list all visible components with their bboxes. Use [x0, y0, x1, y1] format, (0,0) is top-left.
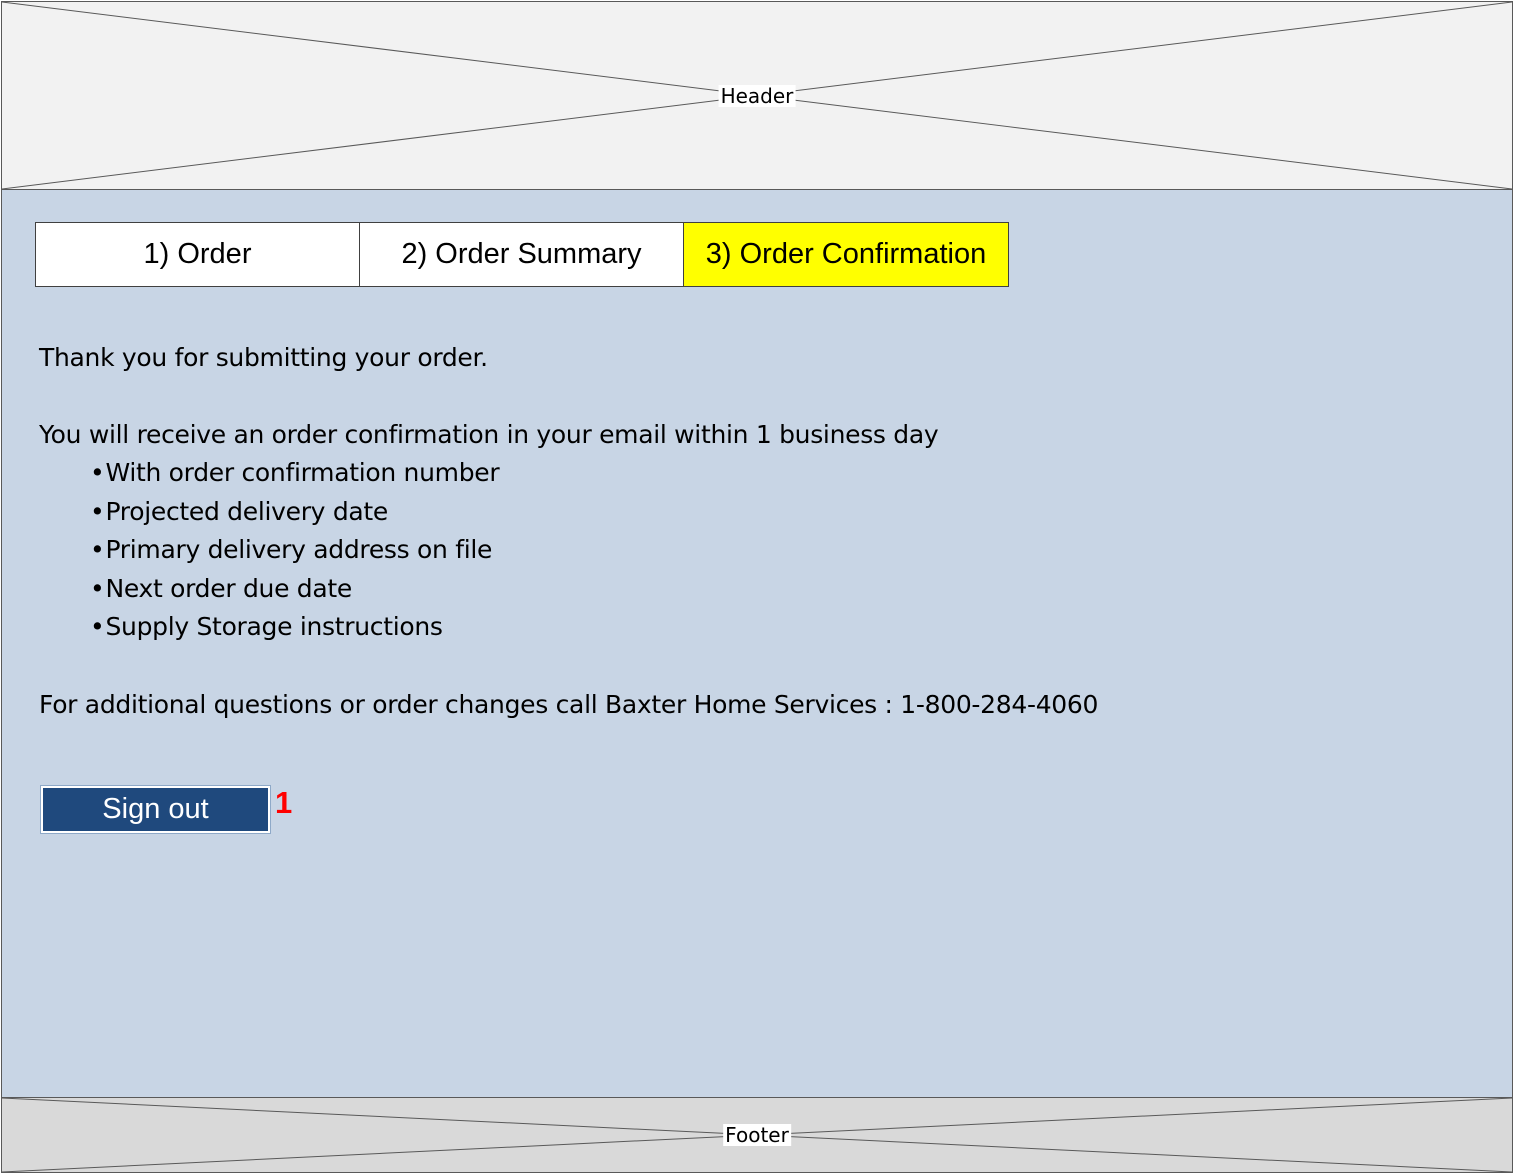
order-steps: 1) Order 2) Order Summary 3) Order Confi… — [35, 222, 1009, 287]
bullet-icon: • — [90, 535, 105, 564]
contact-info-text: For additional questions or order change… — [39, 690, 1099, 719]
bullet-icon: • — [90, 612, 105, 641]
bullet-icon: • — [90, 496, 105, 526]
list-item-label: With order confirmation number — [105, 458, 500, 487]
list-item-label: Projected delivery date — [105, 496, 388, 526]
header-label: Header — [718, 83, 796, 108]
list-item: •Primary delivery address on file — [90, 535, 499, 574]
list-item: •Next order due date — [90, 574, 499, 613]
confirmation-details-list: •With order confirmation number •Project… — [90, 458, 500, 651]
list-item-label: Next order due date — [105, 573, 352, 603]
thank-you-text: Thank you for submitting your order. — [39, 343, 488, 372]
header-placeholder: Header — [1, 1, 1513, 190]
list-item: •Supply Storage instructions — [90, 612, 499, 651]
confirmation-panel: 1) Order 2) Order Summary 3) Order Confi… — [1, 190, 1513, 1098]
step-order[interactable]: 1) Order — [36, 223, 360, 286]
list-item: •With order confirmation number — [90, 458, 500, 497]
footer-label: Footer — [723, 1123, 791, 1147]
footer-placeholder: Footer — [1, 1097, 1513, 1173]
annotation-marker: 1 — [275, 785, 293, 820]
list-item-label: Primary delivery address on file — [105, 535, 493, 564]
sign-out-button[interactable]: Sign out — [40, 785, 271, 834]
step-order-confirmation[interactable]: 3) Order Confirmation — [684, 223, 1008, 286]
list-item: •Projected delivery date — [90, 497, 499, 536]
email-notice-text: You will receive an order confirmation i… — [39, 420, 939, 449]
step-order-summary[interactable]: 2) Order Summary — [360, 223, 684, 286]
bullet-icon: • — [90, 458, 105, 487]
bullet-icon: • — [90, 573, 105, 603]
list-item-label: Supply Storage instructions — [105, 612, 443, 641]
